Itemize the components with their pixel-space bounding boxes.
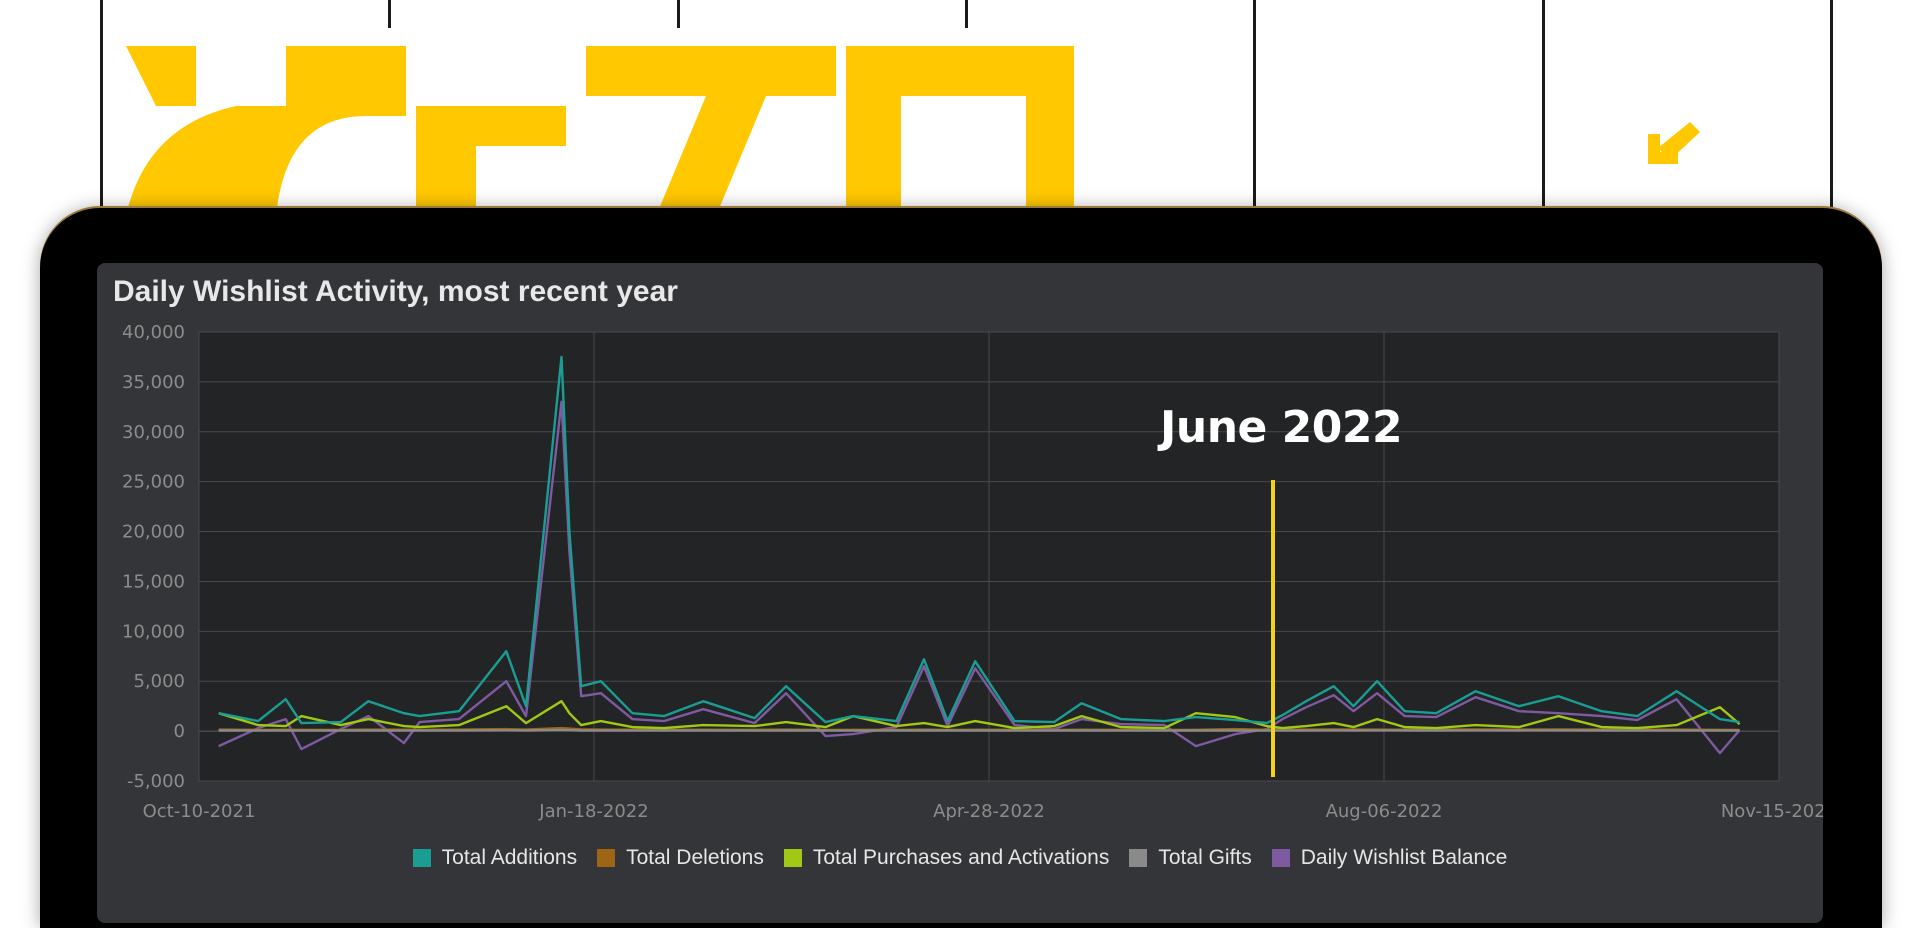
x-tick-label: Oct-10-2021 (143, 801, 256, 822)
legend-item[interactable]: Total Gifts (1129, 846, 1252, 870)
y-tick-label: 25,000 (122, 472, 185, 493)
annotation-label: June 2022 (1160, 402, 1403, 453)
y-tick-label: 30,000 (122, 422, 185, 443)
legend-item[interactable]: Daily Wishlist Balance (1271, 846, 1508, 870)
decor-grid-line (388, 0, 391, 28)
y-tick-label: 0 (174, 721, 185, 742)
legend-swatch (597, 849, 616, 867)
chart-panel: Daily Wishlist Activity, most recent yea… (97, 263, 1823, 923)
y-tick-label: 15,000 (122, 571, 185, 592)
y-tick-label: -5,000 (127, 771, 185, 792)
legend-item[interactable]: Total Deletions (597, 846, 764, 870)
y-tick-label: 40,000 (122, 322, 185, 343)
brand-logo (126, 46, 1074, 216)
decor-grid-line (677, 0, 680, 28)
legend-swatch (1129, 849, 1148, 867)
line-chart: -5,000 0 5,000 10,000 15,000 20,000 25,000 30,0… (122, 322, 1823, 822)
chart-legend: Total Additions Total Deletions Total Purc… (97, 846, 1823, 870)
x-tick-label: Aug-06-2022 (1326, 801, 1443, 822)
y-tick-label: 5,000 (133, 671, 185, 692)
legend-label: Total Gifts (1158, 846, 1252, 869)
x-tick-label: Jan-18-2022 (538, 801, 648, 822)
legend-label: Total Additions (441, 846, 578, 869)
x-tick-label: Apr-28-2022 (933, 801, 1045, 822)
legend-item[interactable]: Total Additions (412, 846, 578, 870)
y-tick-label: 35,000 (122, 372, 185, 393)
legend-swatch (783, 849, 802, 867)
series-line (218, 728, 1740, 732)
annotation-marker-line (1271, 480, 1275, 777)
legend-label: Total Deletions (626, 846, 764, 869)
down-left-arrow-icon (1648, 122, 1700, 164)
legend-label: Daily Wishlist Balance (1300, 846, 1508, 869)
legend-swatch (412, 849, 431, 867)
decor-grid-line (965, 0, 968, 28)
x-tick-label: Nov-15-2022 (1721, 801, 1823, 822)
y-tick-label: 10,000 (122, 621, 185, 642)
legend-label: Total Purchases and Activations (812, 846, 1110, 869)
legend-swatch (1271, 849, 1290, 867)
y-tick-label: 20,000 (122, 522, 185, 543)
legend-item[interactable]: Total Purchases and Activations (783, 846, 1110, 870)
